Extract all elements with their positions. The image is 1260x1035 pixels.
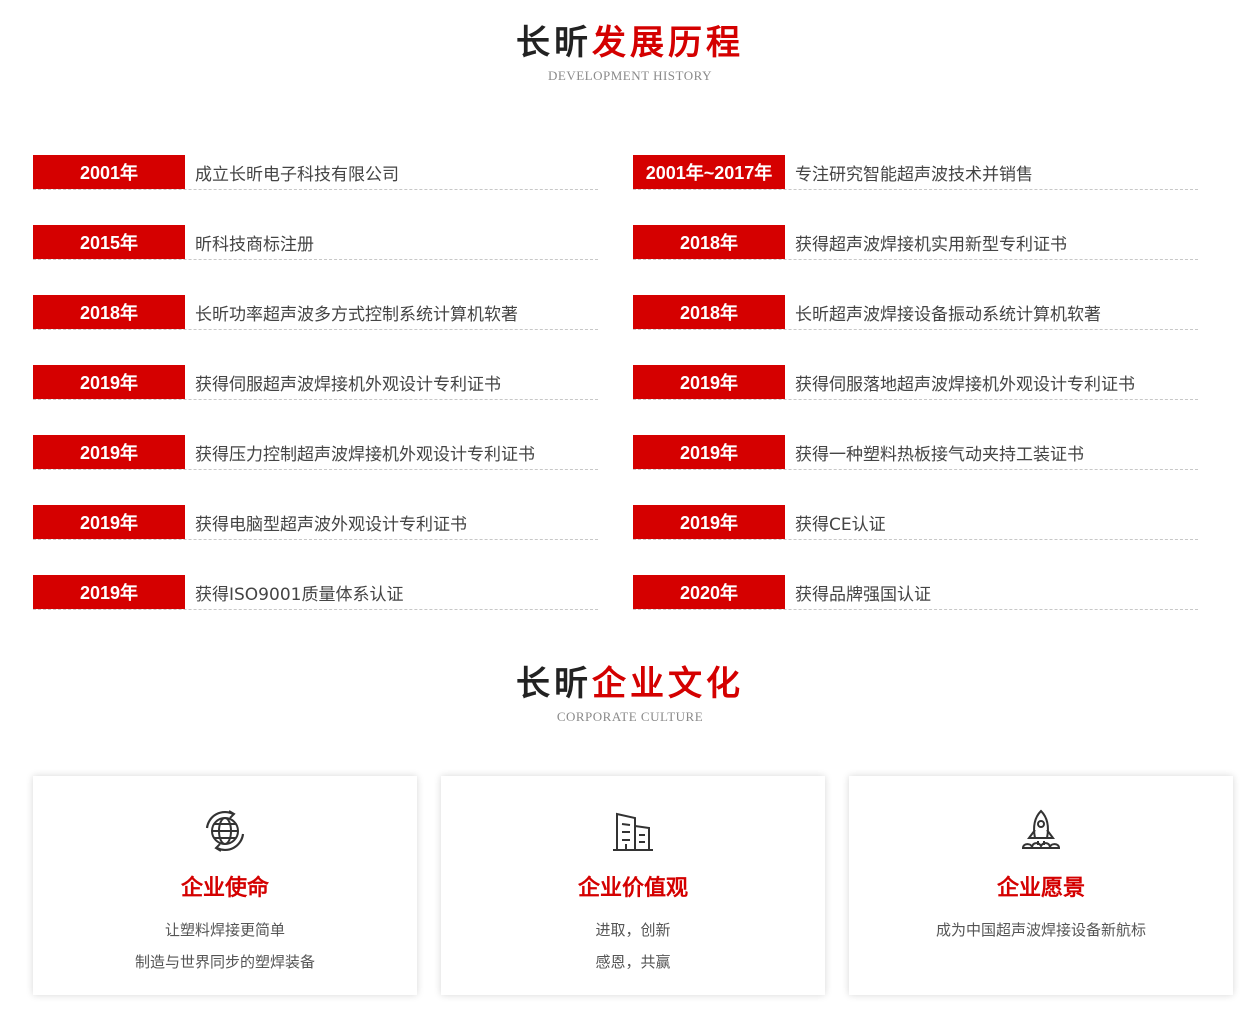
- timeline-item: 2019年 获得CE认证: [633, 505, 1198, 540]
- timeline-item: 2019年 获得ISO9001质量体系认证: [33, 575, 598, 610]
- timeline-year-badge: 2019年: [33, 575, 185, 609]
- buildings-icon: [611, 808, 655, 854]
- culture-card-title: 企业价值观: [577, 876, 688, 901]
- timeline-year-badge: 2019年: [33, 365, 185, 399]
- timeline-year-badge: 2001年~2017年: [633, 155, 785, 189]
- culture-card-line: 让塑料焊接更简单: [164, 921, 285, 939]
- timeline-event-text: 获得伺服落地超声波焊接机外观设计专利证书: [795, 374, 1135, 395]
- timeline-event-text: 获得一种塑料热板接气动夹持工装证书: [795, 444, 1084, 465]
- timeline-year-badge: 2018年: [633, 225, 785, 259]
- timeline-year-badge: 2019年: [33, 435, 185, 469]
- history-timeline: 2001年 成立长昕电子科技有限公司 2001年~2017年 专注研究智能超声波技术并…: [33, 155, 1198, 610]
- timeline-year-badge: 2020年: [633, 575, 785, 609]
- culture-card-line: 进取，创新: [595, 921, 671, 939]
- timeline-event-text: 获得压力控制超声波焊接机外观设计专利证书: [195, 444, 535, 465]
- timeline-item: 2018年 长昕功率超声波多方式控制系统计算机软著: [33, 295, 598, 330]
- culture-card-line: 成为中国超声波焊接设备新航标: [935, 921, 1146, 939]
- timeline-event-text: 获得ISO9001质量体系认证: [195, 584, 404, 605]
- timeline-item: 2018年 获得超声波焊接机实用新型专利证书: [633, 225, 1198, 260]
- timeline-event-text: 长昕超声波焊接设备振动系统计算机软著: [795, 304, 1101, 325]
- timeline-year-badge: 2018年: [33, 295, 185, 329]
- timeline-event-text: 专注研究智能超声波技术并销售: [795, 164, 1033, 185]
- timeline-item: 2001年~2017年 专注研究智能超声波技术并销售: [633, 155, 1198, 190]
- culture-cards: 企业使命 让塑料焊接更简单 制造与世界同步的塑焊装备 企业价值观 进取，创新 感…: [33, 776, 1233, 995]
- timeline-item: 2019年 获得一种塑料热板接气动夹持工装证书: [633, 435, 1198, 470]
- culture-card-title: 企业愿景: [996, 876, 1085, 901]
- history-subtitle: DEVELOPMENT HISTORY: [548, 68, 712, 83]
- timeline-item: 2019年 获得电脑型超声波外观设计专利证书: [33, 505, 598, 540]
- timeline-item: 2019年 获得压力控制超声波焊接机外观设计专利证书: [33, 435, 598, 470]
- timeline-event-text: 获得超声波焊接机实用新型专利证书: [795, 234, 1067, 255]
- timeline-year-badge: 2001年: [33, 155, 185, 189]
- globe-icon: [203, 808, 247, 854]
- rocket-icon: [1019, 808, 1063, 854]
- culture-card-title: 企业使命: [180, 876, 269, 901]
- timeline-item: 2020年 获得品牌强国认证: [633, 575, 1198, 610]
- timeline-event-text: 获得品牌强国认证: [795, 584, 931, 605]
- history-title-dark: 长昕: [516, 23, 592, 63]
- timeline-year-badge: 2019年: [633, 435, 785, 469]
- timeline-event-text: 获得电脑型超声波外观设计专利证书: [195, 514, 467, 535]
- timeline-year-badge: 2015年: [33, 225, 185, 259]
- history-title-red: 发展历程: [592, 23, 744, 63]
- culture-card-line: 制造与世界同步的塑焊装备: [134, 953, 315, 971]
- timeline-event-text: 获得伺服超声波焊接机外观设计专利证书: [195, 374, 501, 395]
- timeline-item: 2018年 长昕超声波焊接设备振动系统计算机软著: [633, 295, 1198, 330]
- culture-title-red: 企业文化: [592, 664, 744, 704]
- history-title: 长昕发展历程: [0, 22, 1260, 64]
- history-header: 长昕发展历程 DEVELOPMENT HISTORY: [0, 22, 1260, 84]
- culture-title-dark: 长昕: [516, 664, 592, 704]
- timeline-event-text: 昕科技商标注册: [195, 234, 314, 255]
- timeline-event-text: 长昕功率超声波多方式控制系统计算机软著: [195, 304, 518, 325]
- timeline-item: 2019年 获得伺服落地超声波焊接机外观设计专利证书: [633, 365, 1198, 400]
- culture-card-vision: 企业愿景 成为中国超声波焊接设备新航标: [849, 776, 1233, 995]
- timeline-year-badge: 2019年: [633, 505, 785, 539]
- timeline-item: 2019年 获得伺服超声波焊接机外观设计专利证书: [33, 365, 598, 400]
- timeline-item: 2001年 成立长昕电子科技有限公司: [33, 155, 598, 190]
- timeline-year-badge: 2019年: [633, 365, 785, 399]
- timeline-item: 2015年 昕科技商标注册: [33, 225, 598, 260]
- culture-card-line: 感恩，共赢: [595, 953, 671, 971]
- culture-header: 长昕企业文化 CORPORATE CULTURE: [0, 663, 1260, 725]
- timeline-year-badge: 2019年: [33, 505, 185, 539]
- culture-title: 长昕企业文化: [0, 663, 1260, 705]
- culture-card-values: 企业价值观 进取，创新 感恩，共赢: [441, 776, 825, 995]
- timeline-event-text: 获得CE认证: [795, 514, 886, 535]
- timeline-event-text: 成立长昕电子科技有限公司: [195, 164, 399, 185]
- culture-subtitle: CORPORATE CULTURE: [556, 709, 704, 724]
- culture-card-mission: 企业使命 让塑料焊接更简单 制造与世界同步的塑焊装备: [33, 776, 417, 995]
- timeline-year-badge: 2018年: [633, 295, 785, 329]
